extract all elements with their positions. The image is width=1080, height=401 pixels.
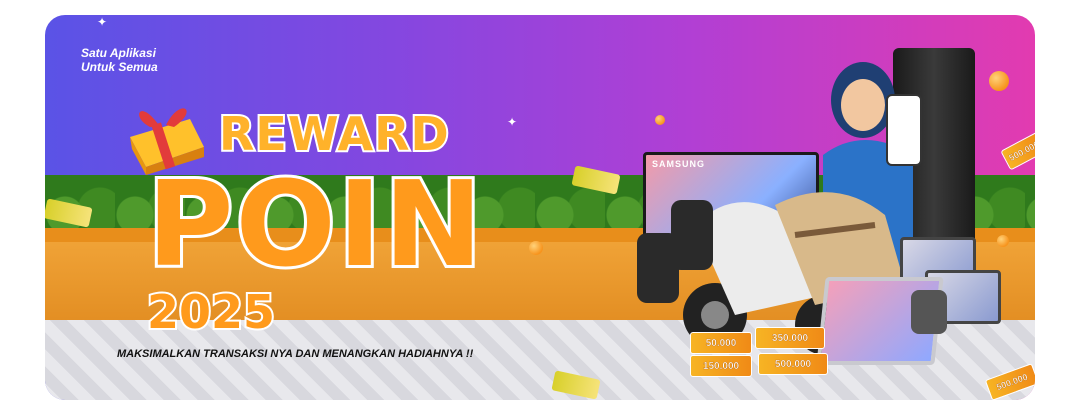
year-title: 2025 [145, 283, 277, 341]
tagline-line-1: Satu Aplikasi [81, 46, 156, 60]
voucher-badge: 350.000 [755, 327, 825, 349]
sparkle-icon: ✦ [97, 15, 108, 29]
coin-icon [997, 235, 1009, 247]
edge-voucher-badge: 500.000 [1000, 131, 1035, 171]
voucher-badge: 500.000 [758, 353, 828, 375]
coin-icon [529, 241, 543, 255]
voucher-badge: 50.000 [690, 332, 752, 354]
coin-icon [989, 71, 1009, 91]
promo-headline: MAKSIMALKAN TRANSAKSI NYA DAN MENANGKAN … [117, 348, 474, 360]
reward-poin-banner[interactable]: ✦ ✦ ✦ Satu Aplikasi Untuk Semua REWARD P… [45, 15, 1035, 400]
poin-title: POIN [144, 155, 485, 293]
sparkle-icon: ✦ [507, 115, 518, 129]
air-fryer-prize [671, 200, 713, 270]
smartwatch-prize [911, 290, 947, 334]
tagline-line-2: Untuk Semua [81, 60, 158, 74]
coin-icon [655, 115, 665, 125]
reward-title: REWARD [217, 105, 451, 163]
voucher-badge: 150.000 [690, 355, 752, 377]
app-tagline: Satu Aplikasi Untuk Semua [81, 46, 158, 74]
